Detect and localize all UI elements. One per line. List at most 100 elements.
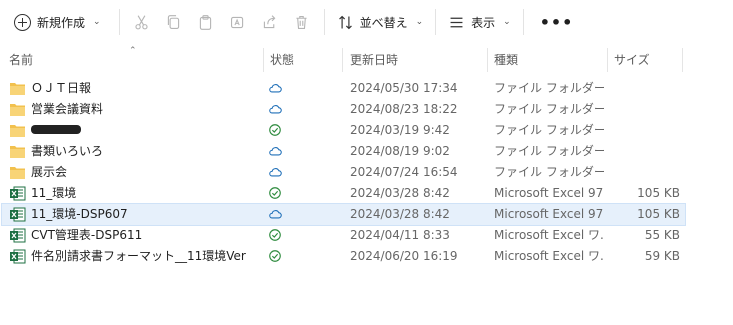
file-row[interactable]: 営業会議資料 2024/08/23 18:22 ファイル フォルダー: [0, 99, 733, 120]
clipboard-icon: [199, 14, 212, 30]
sort-icon: [338, 15, 352, 29]
column-resizer[interactable]: [263, 48, 264, 72]
column-header-date[interactable]: 更新日時: [350, 48, 398, 72]
file-row[interactable]: 11_環境 2024/03/28 8:42 Microsoft Excel 97…: [0, 183, 733, 204]
excel-file-icon: [9, 248, 26, 265]
cloud-icon: [268, 207, 284, 223]
column-resizer[interactable]: [607, 48, 608, 72]
file-size: [604, 120, 680, 141]
view-button[interactable]: 表示 ⌄: [442, 7, 517, 37]
excel-file-icon: [9, 206, 26, 223]
file-row[interactable]: 2024/03/19 9:42 ファイル フォルダー: [0, 120, 733, 141]
rename-icon: [231, 16, 244, 28]
synced-check-icon: [268, 123, 284, 139]
file-name: 11_環境: [31, 186, 77, 200]
modified-date: 2024/06/20 16:19: [350, 249, 458, 263]
toolbar-divider: [522, 9, 524, 35]
file-name: ＯＪＴ日報: [31, 81, 92, 95]
sort-label: 並べ替え: [359, 15, 408, 30]
file-size: [604, 162, 680, 183]
file-size: 105 KB: [637, 186, 680, 200]
modified-date: 2024/08/19 9:02: [350, 144, 450, 158]
share-button[interactable]: [254, 7, 286, 37]
trash-icon: [296, 15, 307, 29]
file-name: 展示会: [31, 165, 68, 179]
file-size: 55 KB: [644, 228, 680, 242]
file-row[interactable]: CVT管理表-DSP611 2024/04/11 8:33 Microsoft …: [0, 225, 733, 246]
copy-button[interactable]: [158, 7, 190, 37]
column-header-size[interactable]: サイズ: [614, 48, 650, 72]
toolbar-divider: [323, 9, 325, 35]
column-resizer[interactable]: [487, 48, 488, 72]
file-name-redacted: [31, 120, 259, 141]
cloud-icon: [268, 102, 284, 118]
chevron-down-icon: ⌄: [415, 17, 424, 27]
folder-icon: [9, 164, 26, 181]
file-type: ファイル フォルダー: [494, 81, 604, 95]
column-header-name[interactable]: 名前: [9, 48, 33, 72]
synced-check-icon: [268, 186, 284, 202]
plus-icon: [14, 13, 31, 31]
folder-icon: [9, 143, 26, 160]
file-size: [604, 78, 680, 99]
file-type: ファイル フォルダー: [494, 144, 604, 158]
modified-date: 2024/03/28 8:42: [350, 186, 450, 200]
folder-icon: [9, 80, 26, 97]
file-row-selected[interactable]: 11_環境-DSP607 2024/03/28 8:42 Microsoft E…: [1, 203, 686, 226]
more-options-button[interactable]: •••: [530, 13, 584, 32]
modified-date: 2024/04/11 8:33: [350, 228, 450, 242]
sort-ascending-icon: ⌃: [129, 46, 137, 56]
modified-date: 2024/03/28 8:42: [350, 207, 450, 221]
modified-date: 2024/03/19 9:42: [350, 123, 450, 137]
file-type: ファイル フォルダー: [494, 102, 604, 116]
file-size: [604, 99, 680, 120]
redaction-mark: [31, 125, 81, 134]
modified-date: 2024/08/23 18:22: [350, 102, 458, 116]
folder-icon: [9, 101, 26, 118]
copy-icon: [167, 14, 180, 29]
column-header-row: ⌃ 名前 状態 更新日時 種類 サイズ: [0, 46, 733, 72]
new-label: 新規作成: [37, 15, 86, 30]
file-type: ファイル フォルダー: [494, 123, 604, 137]
modified-date: 2024/05/30 17:34: [350, 81, 458, 95]
file-type: ファイル フォルダー: [494, 165, 604, 179]
file-size: 105 KB: [637, 207, 680, 221]
file-type: Microsoft Excel ワ...: [494, 249, 604, 263]
column-header-status[interactable]: 状態: [270, 48, 294, 72]
file-name: 営業会議資料: [31, 102, 104, 116]
delete-button[interactable]: [286, 7, 318, 37]
paste-button[interactable]: [190, 7, 222, 37]
file-name: 件名別請求書フォーマット__11環境Ver: [31, 249, 246, 263]
file-type: Microsoft Excel ワ...: [494, 228, 604, 242]
rename-button[interactable]: [222, 7, 254, 37]
new-button[interactable]: 新規作成 ⌄: [8, 7, 107, 37]
view-label: 表示: [471, 15, 496, 30]
sort-button[interactable]: 並べ替え ⌄: [331, 7, 430, 37]
toolbar-divider: [118, 9, 120, 35]
file-name: 書類いろいろ: [31, 144, 104, 158]
file-size: [604, 141, 680, 162]
share-icon: [263, 14, 276, 28]
cut-button[interactable]: [126, 7, 158, 37]
toolbar-divider: [435, 9, 437, 35]
modified-date: 2024/07/24 16:54: [350, 165, 458, 179]
synced-check-icon: [268, 249, 284, 265]
excel-file-icon: [9, 185, 26, 202]
column-resizer[interactable]: [682, 48, 683, 72]
list-view-icon: [450, 17, 463, 27]
file-type: Microsoft Excel 97...: [494, 186, 604, 200]
file-row[interactable]: ＯＪＴ日報 2024/05/30 17:34 ファイル フォルダー: [0, 78, 733, 99]
file-row[interactable]: 件名別請求書フォーマット__11環境Ver 2024/06/20 16:19 M…: [0, 246, 733, 267]
file-row[interactable]: 展示会 2024/07/24 16:54 ファイル フォルダー: [0, 162, 733, 183]
file-size: 59 KB: [644, 249, 680, 263]
excel-file-icon: [9, 227, 26, 244]
column-resizer[interactable]: [342, 48, 343, 72]
column-header-type[interactable]: 種類: [494, 48, 518, 72]
scissors-icon: [135, 14, 148, 29]
cloud-icon: [268, 165, 284, 181]
chevron-down-icon: ⌄: [93, 17, 101, 27]
chevron-down-icon: ⌄: [503, 17, 511, 27]
file-type: Microsoft Excel 97...: [494, 207, 604, 221]
file-list: ＯＪＴ日報 2024/05/30 17:34 ファイル フォルダー 営業会議資料…: [0, 78, 733, 267]
file-row[interactable]: 書類いろいろ 2024/08/19 9:02 ファイル フォルダー: [0, 141, 733, 162]
